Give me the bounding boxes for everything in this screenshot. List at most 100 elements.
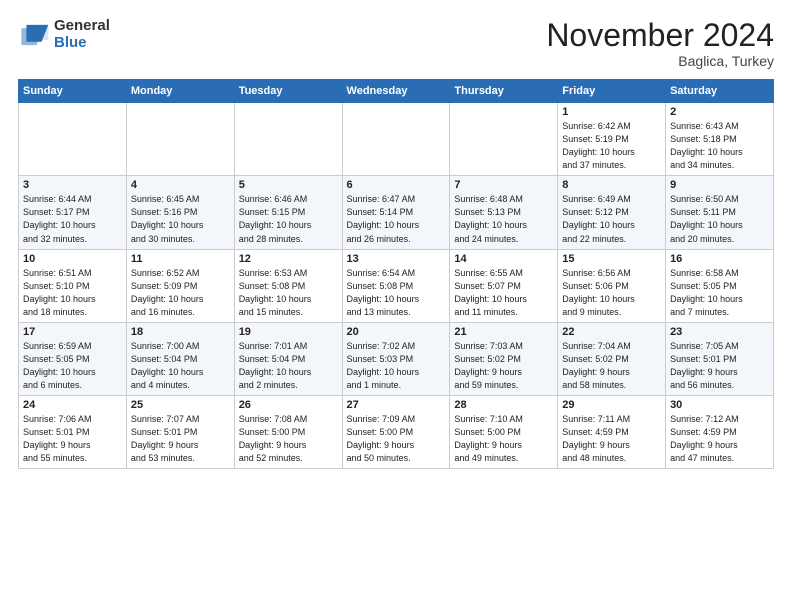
table-row: 22 Sunrise: 7:04 AMSunset: 5:02 PMDayligh… <box>558 322 666 395</box>
day-info: Sunrise: 6:43 AMSunset: 5:18 PMDaylight:… <box>670 120 769 172</box>
table-row: 5Sunrise: 6:46 AMSunset: 5:15 PMDaylight… <box>234 176 342 249</box>
day-info: Sunrise: 6:59 AMSunset: 5:05 PMDaylight:… <box>23 340 122 392</box>
day-info: Sunrise: 7:08 AMSunset: 5:00 PMDaylight:… <box>239 413 338 465</box>
logo-blue-text: Blue <box>54 35 110 52</box>
table-row: 1 Sunrise: 6:42 AMSunset: 5:19 PMDaylight… <box>558 103 666 176</box>
table-row: 28 Sunrise: 7:10 AMSunset: 5:00 PMDayligh… <box>450 395 558 468</box>
table-row: 26 Sunrise: 7:08 AMSunset: 5:00 PMDayligh… <box>234 395 342 468</box>
day-info: Sunrise: 6:51 AMSunset: 5:10 PMDaylight:… <box>23 267 122 319</box>
day-number: 2 <box>670 106 769 118</box>
table-row: 18Sunrise: 7:00 AMSunset: 5:04 PMDayligh… <box>126 322 234 395</box>
table-row: 12Sunrise: 6:53 AMSunset: 5:08 PMDayligh… <box>234 249 342 322</box>
table-row: 8 Sunrise: 6:49 AMSunset: 5:12 PMDaylight… <box>558 176 666 249</box>
table-row: 7Sunrise: 6:48 AMSunset: 5:13 PMDaylight… <box>450 176 558 249</box>
table-row: 24 Sunrise: 7:06 AMSunset: 5:01 PMDayligh… <box>19 395 127 468</box>
table-row: 2 Sunrise: 6:43 AMSunset: 5:18 PMDaylight… <box>666 103 774 176</box>
logo: General Blue <box>18 18 110 51</box>
day-number: 27 <box>347 399 446 411</box>
day-info: Sunrise: 6:42 AMSunset: 5:19 PMDaylight:… <box>562 120 661 172</box>
day-number: 30 <box>670 399 769 411</box>
day-info: Sunrise: 7:12 AMSunset: 4:59 PMDaylight:… <box>670 413 769 465</box>
day-info: Sunrise: 7:07 AMSunset: 5:01 PMDaylight:… <box>131 413 230 465</box>
day-number: 1 <box>562 106 661 118</box>
table-row: 17 Sunrise: 6:59 AMSunset: 5:05 PMDayligh… <box>19 322 127 395</box>
day-number: 19 <box>239 326 338 338</box>
page: General Blue November 2024 Baglica, Turk… <box>0 0 792 612</box>
calendar-row-2: 10 Sunrise: 6:51 AMSunset: 5:10 PMDayligh… <box>19 249 774 322</box>
table-row: 10 Sunrise: 6:51 AMSunset: 5:10 PMDayligh… <box>19 249 127 322</box>
col-tuesday: Tuesday <box>234 80 342 103</box>
day-number: 8 <box>562 179 661 191</box>
day-number: 17 <box>23 326 122 338</box>
day-info: Sunrise: 6:52 AMSunset: 5:09 PMDaylight:… <box>131 267 230 319</box>
day-number: 20 <box>347 326 446 338</box>
col-sunday: Sunday <box>19 80 127 103</box>
table-row: 3 Sunrise: 6:44 AMSunset: 5:17 PMDaylight… <box>19 176 127 249</box>
table-row: 4 Sunrise: 6:45 AMSunset: 5:16 PMDaylight… <box>126 176 234 249</box>
table-row: 20 Sunrise: 7:02 AMSunset: 5:03 PMDayligh… <box>342 322 450 395</box>
col-monday: Monday <box>126 80 234 103</box>
day-info: Sunrise: 6:58 AMSunset: 5:05 PMDaylight:… <box>670 267 769 319</box>
day-info: Sunrise: 6:49 AMSunset: 5:12 PMDaylight:… <box>562 193 661 245</box>
calendar-header-row: Sunday Monday Tuesday Wednesday Thursday… <box>19 80 774 103</box>
calendar-row-3: 17 Sunrise: 6:59 AMSunset: 5:05 PMDayligh… <box>19 322 774 395</box>
day-info: Sunrise: 6:55 AMSunset: 5:07 PMDaylight:… <box>454 267 553 319</box>
day-info: Sunrise: 7:06 AMSunset: 5:01 PMDaylight:… <box>23 413 122 465</box>
day-info: Sunrise: 7:04 AMSunset: 5:02 PMDaylight:… <box>562 340 661 392</box>
day-number: 13 <box>347 253 446 265</box>
day-number: 26 <box>239 399 338 411</box>
table-row: 27 Sunrise: 7:09 AMSunset: 5:00 PMDayligh… <box>342 395 450 468</box>
calendar-table: Sunday Monday Tuesday Wednesday Thursday… <box>18 79 774 469</box>
day-number: 28 <box>454 399 553 411</box>
table-row: 11 Sunrise: 6:52 AMSunset: 5:09 PMDayligh… <box>126 249 234 322</box>
day-info: Sunrise: 6:53 AMSunset: 5:08 PMDaylight:… <box>239 267 338 319</box>
table-row <box>234 103 342 176</box>
col-wednesday: Wednesday <box>342 80 450 103</box>
day-number: 3 <box>23 179 122 191</box>
day-number: 10 <box>23 253 122 265</box>
day-number: 14 <box>454 253 553 265</box>
table-row: 21Sunrise: 7:03 AMSunset: 5:02 PMDayligh… <box>450 322 558 395</box>
day-info: Sunrise: 7:01 AMSunset: 5:04 PMDaylight:… <box>239 340 338 392</box>
day-info: Sunrise: 7:11 AMSunset: 4:59 PMDaylight:… <box>562 413 661 465</box>
calendar-row-4: 24 Sunrise: 7:06 AMSunset: 5:01 PMDayligh… <box>19 395 774 468</box>
day-info: Sunrise: 6:44 AMSunset: 5:17 PMDaylight:… <box>23 193 122 245</box>
day-info: Sunrise: 6:47 AMSunset: 5:14 PMDaylight:… <box>347 193 446 245</box>
calendar-row-0: 1 Sunrise: 6:42 AMSunset: 5:19 PMDaylight… <box>19 103 774 176</box>
logo-icon <box>18 21 50 49</box>
day-number: 11 <box>131 253 230 265</box>
table-row: 9Sunrise: 6:50 AMSunset: 5:11 PMDaylight… <box>666 176 774 249</box>
month-title: November 2024 <box>546 18 774 53</box>
table-row: 30 Sunrise: 7:12 AMSunset: 4:59 PMDayligh… <box>666 395 774 468</box>
table-row: 23 Sunrise: 7:05 AMSunset: 5:01 PMDayligh… <box>666 322 774 395</box>
day-info: Sunrise: 7:10 AMSunset: 5:00 PMDaylight:… <box>454 413 553 465</box>
col-friday: Friday <box>558 80 666 103</box>
day-number: 24 <box>23 399 122 411</box>
day-number: 22 <box>562 326 661 338</box>
table-row: 13 Sunrise: 6:54 AMSunset: 5:08 PMDayligh… <box>342 249 450 322</box>
table-row: 16Sunrise: 6:58 AMSunset: 5:05 PMDayligh… <box>666 249 774 322</box>
table-row: 6Sunrise: 6:47 AMSunset: 5:14 PMDaylight… <box>342 176 450 249</box>
table-row: 29Sunrise: 7:11 AMSunset: 4:59 PMDayligh… <box>558 395 666 468</box>
day-number: 25 <box>131 399 230 411</box>
header: General Blue November 2024 Baglica, Turk… <box>18 18 774 69</box>
day-number: 23 <box>670 326 769 338</box>
day-info: Sunrise: 6:54 AMSunset: 5:08 PMDaylight:… <box>347 267 446 319</box>
day-number: 21 <box>454 326 553 338</box>
day-info: Sunrise: 7:02 AMSunset: 5:03 PMDaylight:… <box>347 340 446 392</box>
logo-general-text: General <box>54 18 110 35</box>
day-info: Sunrise: 7:00 AMSunset: 5:04 PMDaylight:… <box>131 340 230 392</box>
calendar-row-1: 3 Sunrise: 6:44 AMSunset: 5:17 PMDaylight… <box>19 176 774 249</box>
day-number: 4 <box>131 179 230 191</box>
day-info: Sunrise: 6:50 AMSunset: 5:11 PMDaylight:… <box>670 193 769 245</box>
col-saturday: Saturday <box>666 80 774 103</box>
table-row: 14 Sunrise: 6:55 AMSunset: 5:07 PMDayligh… <box>450 249 558 322</box>
day-info: Sunrise: 7:09 AMSunset: 5:00 PMDaylight:… <box>347 413 446 465</box>
day-info: Sunrise: 7:05 AMSunset: 5:01 PMDaylight:… <box>670 340 769 392</box>
logo-text: General Blue <box>54 18 110 51</box>
day-info: Sunrise: 6:56 AMSunset: 5:06 PMDaylight:… <box>562 267 661 319</box>
day-info: Sunrise: 6:46 AMSunset: 5:15 PMDaylight:… <box>239 193 338 245</box>
day-info: Sunrise: 6:45 AMSunset: 5:16 PMDaylight:… <box>131 193 230 245</box>
table-row <box>342 103 450 176</box>
table-row: 15Sunrise: 6:56 AMSunset: 5:06 PMDayligh… <box>558 249 666 322</box>
